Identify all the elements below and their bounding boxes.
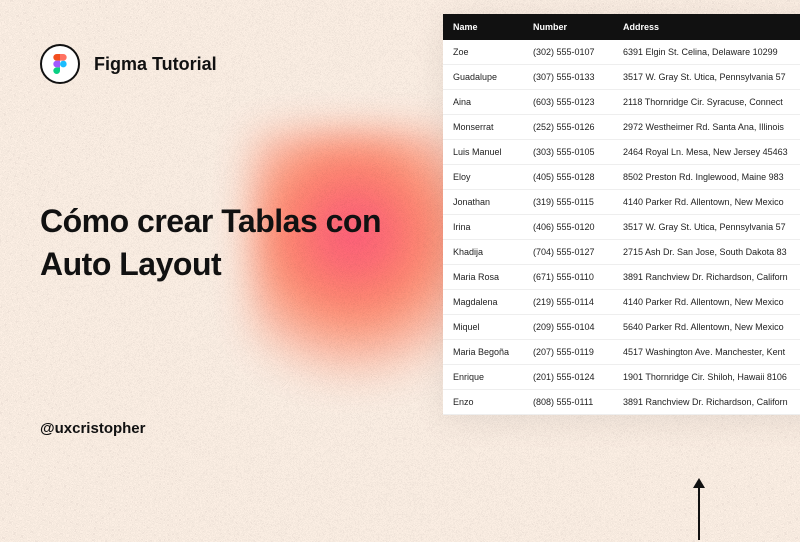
cell-address: 3517 W. Gray St. Utica, Pennsylvania 57: [623, 72, 800, 82]
cell-address: 2118 Thornridge Cir. Syracuse, Connect: [623, 97, 800, 107]
cell-address: 4140 Parker Rd. Allentown, New Mexico: [623, 197, 800, 207]
cell-name: Enrique: [453, 372, 533, 382]
cell-name: Zoe: [453, 47, 533, 57]
table-row: Khadija(704) 555-01272715 Ash Dr. San Jo…: [443, 240, 800, 265]
table-row: Monserrat(252) 555-01262972 Westheimer R…: [443, 115, 800, 140]
cell-name: Maria Begoña: [453, 347, 533, 357]
table-row: Magdalena(219) 555-01144140 Parker Rd. A…: [443, 290, 800, 315]
cell-name: Miquel: [453, 322, 533, 332]
cell-name: Magdalena: [453, 297, 533, 307]
table-row: Eloy(405) 555-01288502 Preston Rd. Ingle…: [443, 165, 800, 190]
author-handle: @uxcristopher: [40, 420, 145, 437]
page-title: Cómo crear Tablas con Auto Layout: [40, 200, 420, 286]
cell-number: (671) 555-0110: [533, 272, 623, 282]
table-row: Maria Rosa(671) 555-01103891 Ranchview D…: [443, 265, 800, 290]
cell-name: Luis Manuel: [453, 147, 533, 157]
header-number: Number: [533, 22, 623, 32]
cell-address: 2464 Royal Ln. Mesa, New Jersey 45463: [623, 147, 800, 157]
cell-name: Guadalupe: [453, 72, 533, 82]
cell-name: Jonathan: [453, 197, 533, 207]
arrow-icon: [698, 480, 700, 540]
brand-label: Figma Tutorial: [94, 54, 217, 75]
table-row: Miquel(209) 555-01045640 Parker Rd. Alle…: [443, 315, 800, 340]
cell-address: 8502 Preston Rd. Inglewood, Maine 983: [623, 172, 800, 182]
example-table: Name Number Address Zoe(302) 555-0107639…: [443, 14, 800, 415]
table-header-row: Name Number Address: [443, 14, 800, 40]
cell-number: (209) 555-0104: [533, 322, 623, 332]
cell-address: 3517 W. Gray St. Utica, Pennsylvania 57: [623, 222, 800, 232]
cell-address: 6391 Elgin St. Celina, Delaware 10299: [623, 47, 800, 57]
cell-name: Eloy: [453, 172, 533, 182]
cell-number: (704) 555-0127: [533, 247, 623, 257]
cell-address: 2972 Westheimer Rd. Santa Ana, Illinois: [623, 122, 800, 132]
cell-name: Enzo: [453, 397, 533, 407]
cell-address: 4517 Washington Ave. Manchester, Kent: [623, 347, 800, 357]
cell-number: (219) 555-0114: [533, 297, 623, 307]
table-row: Enzo(808) 555-01113891 Ranchview Dr. Ric…: [443, 390, 800, 415]
cell-number: (406) 555-0120: [533, 222, 623, 232]
table-row: Maria Begoña(207) 555-01194517 Washingto…: [443, 340, 800, 365]
tutorial-cover: Figma Tutorial Cómo crear Tablas con Aut…: [0, 0, 800, 542]
cell-address: 3891 Ranchview Dr. Richardson, Californ: [623, 272, 800, 282]
table-row: Jonathan(319) 555-01154140 Parker Rd. Al…: [443, 190, 800, 215]
cell-address: 3891 Ranchview Dr. Richardson, Californ: [623, 397, 800, 407]
cell-name: Monserrat: [453, 122, 533, 132]
brand-row: Figma Tutorial: [40, 44, 217, 84]
cell-name: Khadija: [453, 247, 533, 257]
cell-address: 2715 Ash Dr. San Jose, South Dakota 83: [623, 247, 800, 257]
table-row: Aina(603) 555-01232118 Thornridge Cir. S…: [443, 90, 800, 115]
figma-logo-badge: [40, 44, 80, 84]
table-row: Zoe(302) 555-01076391 Elgin St. Celina, …: [443, 40, 800, 65]
cell-number: (207) 555-0119: [533, 347, 623, 357]
cell-name: Irina: [453, 222, 533, 232]
cell-name: Aina: [453, 97, 533, 107]
cell-number: (319) 555-0115: [533, 197, 623, 207]
table-body: Zoe(302) 555-01076391 Elgin St. Celina, …: [443, 40, 800, 415]
table-row: Guadalupe(307) 555-01333517 W. Gray St. …: [443, 65, 800, 90]
cell-address: 1901 Thornridge Cir. Shiloh, Hawaii 8106: [623, 372, 800, 382]
cell-number: (201) 555-0124: [533, 372, 623, 382]
cell-address: 5640 Parker Rd. Allentown, New Mexico: [623, 322, 800, 332]
cell-number: (405) 555-0128: [533, 172, 623, 182]
table-row: Enrique(201) 555-01241901 Thornridge Cir…: [443, 365, 800, 390]
header-name: Name: [453, 22, 533, 32]
cell-number: (603) 555-0123: [533, 97, 623, 107]
cell-address: 4140 Parker Rd. Allentown, New Mexico: [623, 297, 800, 307]
figma-icon: [53, 54, 67, 74]
cell-name: Maria Rosa: [453, 272, 533, 282]
table-row: Luis Manuel(303) 555-01052464 Royal Ln. …: [443, 140, 800, 165]
header-address: Address: [623, 22, 800, 32]
cell-number: (307) 555-0133: [533, 72, 623, 82]
cell-number: (303) 555-0105: [533, 147, 623, 157]
cell-number: (808) 555-0111: [533, 397, 623, 407]
cell-number: (252) 555-0126: [533, 122, 623, 132]
cell-number: (302) 555-0107: [533, 47, 623, 57]
table-row: Irina(406) 555-01203517 W. Gray St. Utic…: [443, 215, 800, 240]
